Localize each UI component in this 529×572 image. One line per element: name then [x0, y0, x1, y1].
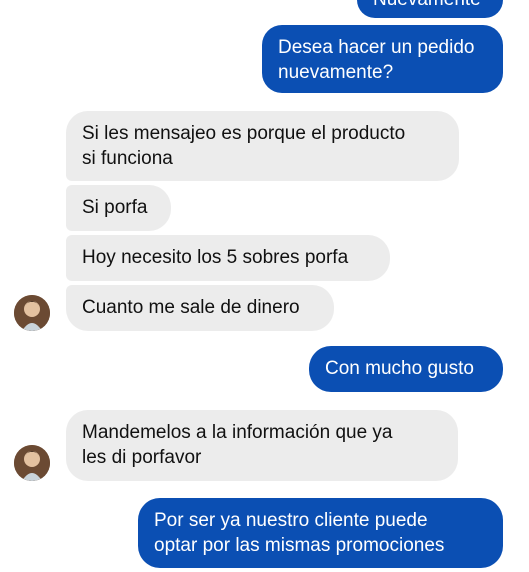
- contact-avatar[interactable]: [14, 295, 50, 331]
- message-bubble-outgoing[interactable]: Desea hacer un pedido nuevamente?: [262, 25, 503, 93]
- message-text: Si porfa: [82, 197, 148, 218]
- message-text: Cuanto me sale de dinero: [82, 297, 300, 318]
- message-bubble-incoming[interactable]: Mandemelos a la información que ya les d…: [66, 410, 458, 481]
- avatar-image: [14, 445, 50, 481]
- chat-thread: Nuevamente Desea hacer un pedido nuevame…: [0, 0, 529, 572]
- message-line: Mandemelos a la información que ya: [82, 422, 393, 443]
- message-text: Hoy necesito los 5 sobres porfa: [82, 247, 349, 268]
- message-line: si funciona: [82, 148, 173, 169]
- message-line: optar por las mismas promociones: [154, 535, 445, 556]
- message-bubble-outgoing[interactable]: Por ser ya nuestro cliente puede optar p…: [138, 498, 503, 568]
- message-line: nuevamente?: [278, 62, 394, 83]
- message-bubble-incoming[interactable]: Si les mensajeo es porque el producto si…: [66, 111, 459, 181]
- contact-avatar[interactable]: [14, 445, 50, 481]
- message-line: les di porfavor: [82, 447, 202, 468]
- message-bubble-incoming[interactable]: Hoy necesito los 5 sobres porfa: [66, 235, 390, 281]
- message-text: Nuevamente: [373, 0, 481, 10]
- message-text: Con mucho gusto: [325, 358, 474, 379]
- avatar-image: [14, 295, 50, 331]
- message-bubble-outgoing[interactable]: Con mucho gusto: [309, 346, 503, 392]
- message-line: Desea hacer un pedido: [278, 37, 475, 58]
- message-line: Si les mensajeo es porque el producto: [82, 123, 406, 144]
- message-bubble-outgoing[interactable]: Nuevamente: [357, 0, 503, 18]
- message-bubble-incoming[interactable]: Cuanto me sale de dinero: [66, 285, 334, 331]
- message-line: Por ser ya nuestro cliente puede: [154, 510, 428, 531]
- message-bubble-incoming[interactable]: Si porfa: [66, 185, 171, 231]
